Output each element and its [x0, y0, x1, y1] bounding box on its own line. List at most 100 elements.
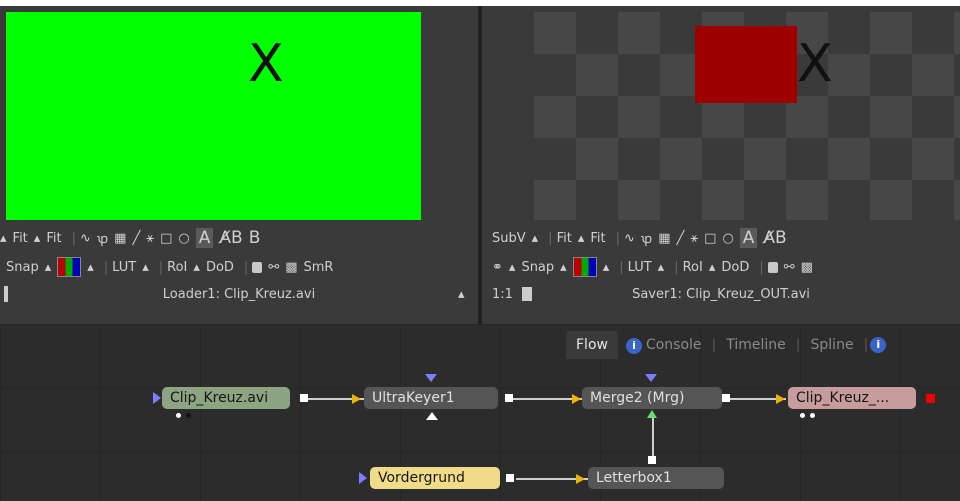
menu-arrow-icon[interactable]: ▴	[658, 260, 665, 275]
tab-spline[interactable]: Spline	[803, 337, 862, 353]
green-image	[6, 12, 421, 220]
menu-arrow-icon[interactable]: ▴	[193, 260, 200, 275]
line-tool-icon[interactable]: ╱	[132, 231, 140, 246]
fit-button-1[interactable]: Fit	[13, 231, 28, 246]
tab-console[interactable]: i Console	[618, 337, 710, 354]
ellipse-tool-icon[interactable]: ○	[722, 231, 733, 246]
bspline-icon[interactable]: ꝕ	[97, 229, 108, 247]
menu-arrow-icon[interactable]: ▴	[87, 260, 94, 275]
rgb-channel-icon[interactable]	[57, 257, 82, 277]
checker-icon[interactable]: ▩	[801, 260, 813, 275]
glasses-icon[interactable]: ⚭	[492, 260, 503, 275]
buffer-a-button[interactable]: A	[739, 228, 758, 248]
left-viewer-screen[interactable]: X	[6, 12, 421, 220]
node-label: Vordergrund	[378, 470, 465, 486]
menu-arrow-icon[interactable]: ▴	[0, 231, 7, 246]
mask-input-icon[interactable]	[645, 374, 657, 382]
output-marker-icon	[426, 412, 438, 420]
curve-icon[interactable]: ∿	[624, 231, 635, 246]
menu-arrow-icon[interactable]: ▴	[709, 260, 716, 275]
separator: |	[158, 259, 164, 275]
bspline-icon[interactable]: ꝕ	[641, 229, 652, 247]
ellipse-tool-icon[interactable]: ○	[178, 231, 189, 246]
magic-wand-icon[interactable]: ⚹	[146, 231, 154, 246]
red-rectangle	[695, 26, 797, 103]
node-output[interactable]	[506, 474, 514, 482]
ab-split-icon[interactable]: A̸B	[763, 228, 786, 248]
node-vordergrund[interactable]: Vordergrund	[370, 467, 500, 489]
checker-icon[interactable]: ▩	[285, 260, 297, 275]
menu-arrow-icon[interactable]: ▴	[142, 260, 149, 275]
rectangle-tool-icon[interactable]: □	[160, 231, 172, 246]
node-output[interactable]	[300, 394, 308, 402]
dod-button[interactable]: DoD	[206, 260, 234, 275]
left-viewer-title: Loader1: Clip_Kreuz.avi	[162, 287, 316, 302]
rectangle-tool-icon[interactable]: □	[704, 231, 716, 246]
node-output[interactable]	[722, 394, 730, 402]
buffer-b-button[interactable]: B	[249, 228, 261, 248]
gradient-icon[interactable]: ▦	[114, 231, 126, 246]
ab-split-icon[interactable]: A̸B	[219, 228, 242, 248]
snap-button[interactable]: Snap	[521, 260, 554, 275]
node-letterbox[interactable]: Letterbox1	[588, 467, 724, 489]
fit-button-2[interactable]: Fit	[46, 231, 61, 246]
menu-arrow-icon[interactable]: ▴	[34, 231, 41, 246]
lut-button[interactable]: LUT	[112, 260, 136, 275]
menu-arrow-icon[interactable]: ▴	[45, 260, 52, 275]
dod-button[interactable]: DoD	[721, 260, 749, 275]
menu-arrow-icon[interactable]: ▴	[560, 260, 567, 275]
rgb-channel-icon[interactable]	[572, 257, 597, 277]
node-saver-clip-kreuz[interactable]: Clip_Kreuz_...	[788, 387, 916, 409]
subv-button[interactable]: SubV	[492, 231, 526, 246]
roi-button[interactable]: RoI	[683, 260, 703, 275]
magic-wand-icon[interactable]: ⚹	[690, 231, 698, 246]
roi-button[interactable]: RoI	[167, 260, 187, 275]
mask-input-icon[interactable]	[425, 374, 437, 382]
info-icon[interactable]: i	[870, 337, 887, 353]
node-output[interactable]	[505, 394, 513, 402]
stereo-icon[interactable]: ⚯	[784, 260, 795, 275]
separator: |	[615, 230, 620, 246]
node-merge2[interactable]: Merge2 (Mrg)	[582, 387, 722, 409]
stereo-icon[interactable]: ⚯	[268, 260, 279, 275]
node-output-red[interactable]	[926, 394, 935, 403]
node-ultrakeyer[interactable]: UltraKeyer1	[364, 387, 498, 409]
right-viewer[interactable]: X SubV ▴ | Fit ▴ Fit | ∿ ꝕ ▦ ╱ ⚹ □ ○ A A…	[482, 6, 960, 324]
fit-button-1[interactable]: Fit	[557, 231, 572, 246]
node-clip-kreuz[interactable]: Clip_Kreuz.avi	[162, 387, 290, 409]
lock-icon[interactable]	[252, 261, 263, 273]
separator: |	[711, 337, 717, 353]
node-output[interactable]	[648, 456, 656, 464]
curve-icon[interactable]: ∿	[80, 231, 91, 246]
menu-arrow-icon[interactable]: ▴	[458, 287, 465, 302]
left-toolbar-2: Snap ▴ ▴ | LUT ▴ | RoI ▴ DoD | ⚯ ▩ SmR	[6, 255, 339, 279]
view-dot	[176, 413, 181, 418]
snap-button[interactable]: Snap	[6, 260, 39, 275]
menu-arrow-icon[interactable]: ▴	[532, 231, 539, 246]
menu-arrow-icon[interactable]: ▴	[509, 260, 516, 275]
right-status-bar: 1:1 Saver1: Clip_Kreuz_OUT.avi	[482, 282, 960, 308]
left-status-bar: Loader1: Clip_Kreuz.avi ▴	[0, 282, 478, 308]
node-label: UltraKeyer1	[372, 390, 455, 406]
flow-panel[interactable]: Flow i Console | Timeline | Spline | i Cl…	[0, 324, 960, 501]
tab-timeline[interactable]: Timeline	[718, 337, 794, 353]
buffer-a-button[interactable]: A	[195, 228, 214, 248]
foreground-input-icon[interactable]	[647, 410, 657, 418]
menu-arrow-icon[interactable]: ▴	[603, 260, 610, 275]
input-arrow-icon	[572, 394, 581, 404]
lock-icon[interactable]	[767, 261, 778, 273]
tab-flow[interactable]: Flow	[566, 331, 618, 359]
menu-arrow-icon[interactable]: ▴	[578, 231, 585, 246]
line-tool-icon[interactable]: ╱	[677, 231, 685, 246]
separator: |	[243, 259, 249, 275]
smr-button[interactable]: SmR	[304, 260, 334, 275]
separator: |	[619, 259, 624, 275]
lut-button[interactable]: LUT	[628, 260, 652, 275]
fit-button-2[interactable]: Fit	[590, 231, 605, 246]
wire	[652, 414, 654, 462]
right-viewer-screen[interactable]: X	[534, 12, 960, 220]
gradient-icon[interactable]: ▦	[658, 231, 670, 246]
separator: |	[863, 337, 869, 353]
left-viewer[interactable]: X ▴ Fit ▴ Fit | ∿ ꝕ ▦ ╱ ⚹ □ ○ A A̸B B Sn…	[0, 6, 478, 324]
view-indicator-icon	[359, 472, 367, 484]
